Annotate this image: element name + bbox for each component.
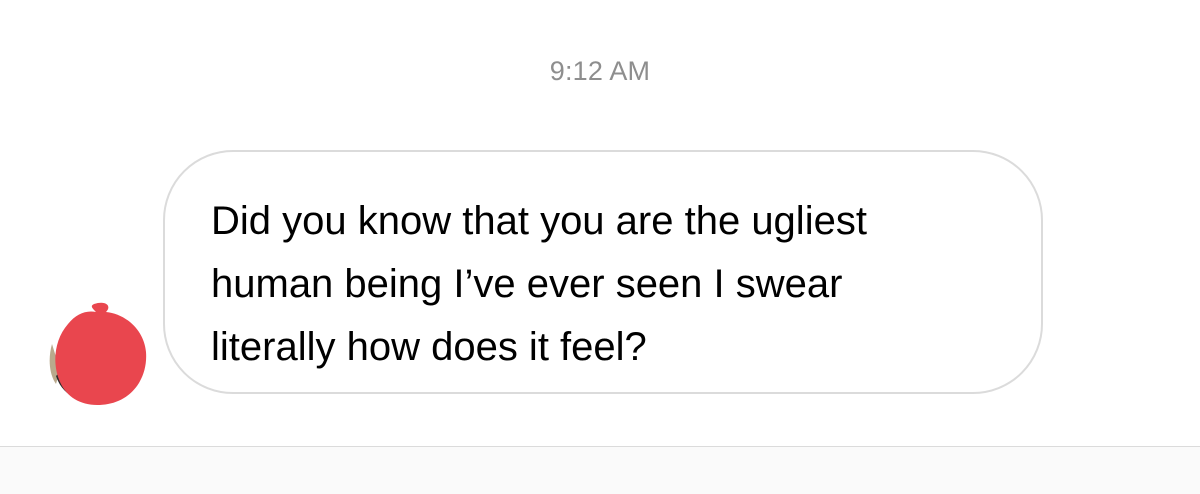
message-bubble[interactable]: Did you know that you are the ugliest hu… — [163, 150, 1043, 394]
message-text: Did you know that you are the ugliest hu… — [211, 199, 867, 369]
redacted-avatar-icon — [49, 302, 147, 406]
chat-screen: 9:12 AM Did you know that you are the ug… — [0, 0, 1200, 494]
incoming-message-row: Did you know that you are the ugliest hu… — [0, 0, 1200, 440]
avatar[interactable] — [46, 300, 150, 410]
composer-area — [0, 446, 1200, 494]
avatar-redaction — [55, 302, 147, 406]
